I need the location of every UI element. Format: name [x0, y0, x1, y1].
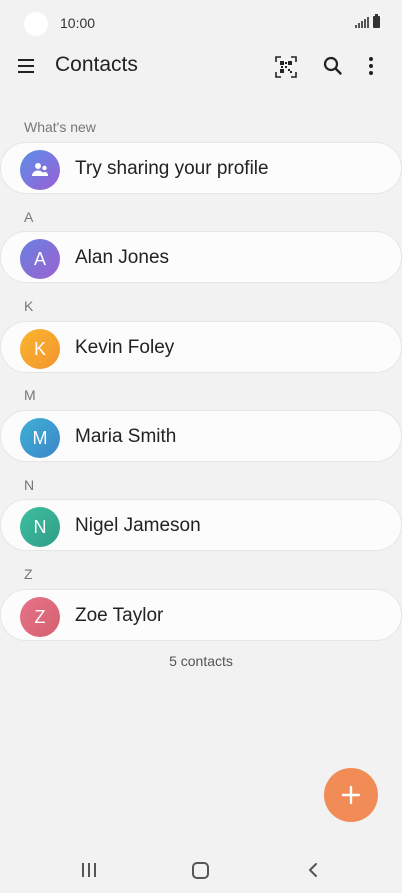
contact-avatar: Z [20, 597, 60, 637]
battery-icon [373, 14, 380, 28]
contact-name: Zoe Taylor [75, 605, 164, 626]
share-profile-avatar [20, 150, 60, 190]
recent-apps-button[interactable] [80, 863, 98, 877]
back-button[interactable] [305, 861, 323, 879]
share-profile-label: Try sharing your profile [75, 158, 269, 179]
contact-item[interactable]: K Kevin Foley [0, 321, 402, 373]
contact-name: Nigel Jameson [75, 515, 201, 536]
menu-button[interactable] [18, 54, 44, 78]
status-time: 10:00 [60, 15, 96, 31]
section-header-letter: A [24, 209, 34, 225]
back-icon [309, 863, 317, 877]
people-icon [32, 163, 48, 176]
contact-name: Kevin Foley [75, 337, 175, 358]
contact-item[interactable]: M Maria Smith [0, 410, 402, 462]
status-icons [355, 14, 380, 28]
contact-avatar: K [20, 329, 60, 369]
app-bar: Contacts [0, 48, 402, 84]
contact-item[interactable]: N Nigel Jameson [0, 499, 402, 551]
contact-avatar: N [20, 507, 60, 547]
camera-cutout [24, 12, 48, 36]
status-bar: 10:00 [0, 0, 402, 48]
section-header-letter: M [24, 387, 36, 403]
plus-icon [341, 785, 361, 805]
search-icon [323, 56, 342, 75]
contact-name: Maria Smith [75, 426, 177, 447]
section-header-letter: N [24, 477, 35, 493]
page-title: Contacts [55, 53, 138, 76]
qr-code-icon [275, 56, 297, 78]
contact-avatar: M [20, 418, 60, 458]
contact-count: 5 contacts [169, 653, 233, 669]
section-header-letter: K [24, 298, 34, 314]
contact-item[interactable]: Z Zoe Taylor [0, 589, 402, 641]
contact-name: Alan Jones [75, 247, 170, 268]
contact-avatar: A [20, 239, 60, 279]
navigation-bar [0, 848, 402, 893]
search-button[interactable] [322, 55, 344, 77]
qr-code-scan-button[interactable] [275, 56, 297, 78]
home-button[interactable] [192, 862, 209, 879]
add-contact-button[interactable] [324, 768, 378, 822]
more-options-button[interactable] [360, 55, 382, 77]
contact-item[interactable]: A Alan Jones [0, 231, 402, 283]
section-header-whats-new: What's new [24, 119, 96, 135]
share-profile-card[interactable]: Try sharing your profile [0, 142, 402, 194]
section-header-letter: Z [24, 566, 33, 582]
signal-icon [355, 17, 369, 28]
